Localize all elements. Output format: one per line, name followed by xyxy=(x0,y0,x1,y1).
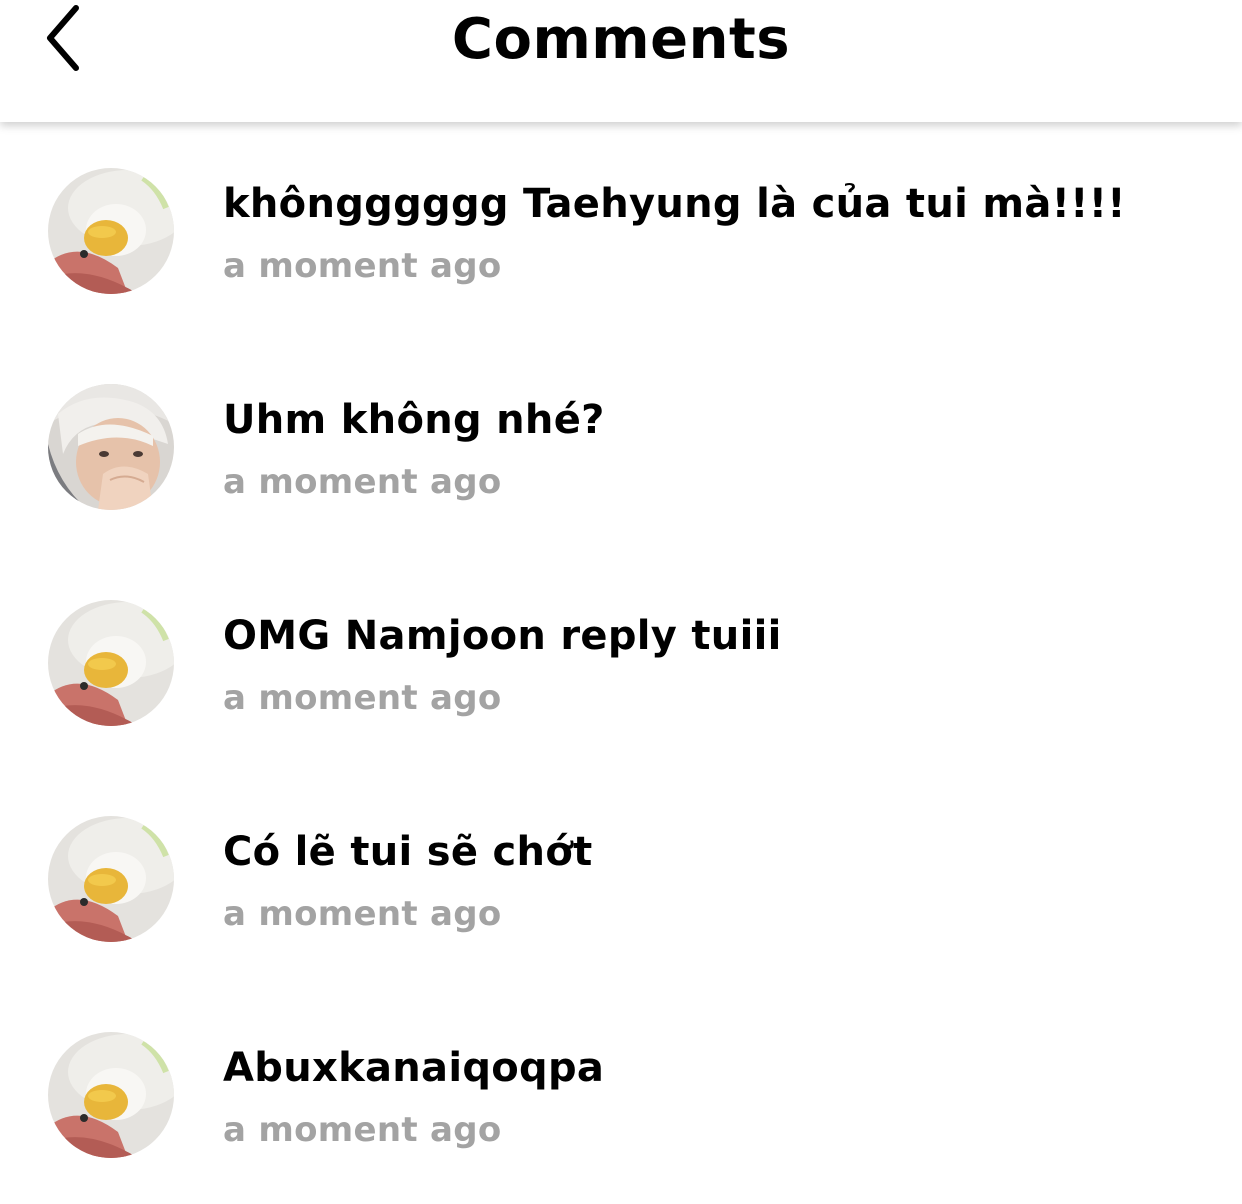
avatar[interactable] xyxy=(48,1032,174,1158)
avatar[interactable] xyxy=(48,384,174,510)
avatar[interactable] xyxy=(48,168,174,294)
comment-text: Abuxkanaiqoqpa xyxy=(223,1045,605,1091)
comment-timestamp: a moment ago xyxy=(223,246,502,286)
avatar[interactable] xyxy=(48,816,174,942)
comment-item[interactable]: Abuxkanaiqoqpa a moment ago xyxy=(0,988,1242,1204)
header-bar: Comments xyxy=(0,0,1242,122)
comment-timestamp: a moment ago xyxy=(223,462,502,502)
comment-item[interactable]: Có lẽ tui sẽ chớt a moment ago xyxy=(0,772,1242,988)
comment-text: khôngggggg Taehyung là của tui mà!!!! xyxy=(223,181,1126,227)
comment-timestamp: a moment ago xyxy=(223,894,502,934)
comment-timestamp: a moment ago xyxy=(223,678,502,718)
avatar[interactable] xyxy=(48,600,174,726)
comment-text: Uhm không nhé? xyxy=(223,397,605,443)
comment-list: khôngggggg Taehyung là của tui mà!!!! a … xyxy=(0,124,1242,1204)
comment-item[interactable]: OMG Namjoon reply tuiii a moment ago xyxy=(0,556,1242,772)
comment-text: Có lẽ tui sẽ chớt xyxy=(223,829,593,875)
comment-item[interactable]: Uhm không nhé? a moment ago xyxy=(0,340,1242,556)
page-title: Comments xyxy=(451,7,791,72)
comment-timestamp: a moment ago xyxy=(223,1110,502,1150)
comment-item[interactable]: khôngggggg Taehyung là của tui mà!!!! a … xyxy=(0,124,1242,340)
comment-text: OMG Namjoon reply tuiii xyxy=(223,613,782,659)
